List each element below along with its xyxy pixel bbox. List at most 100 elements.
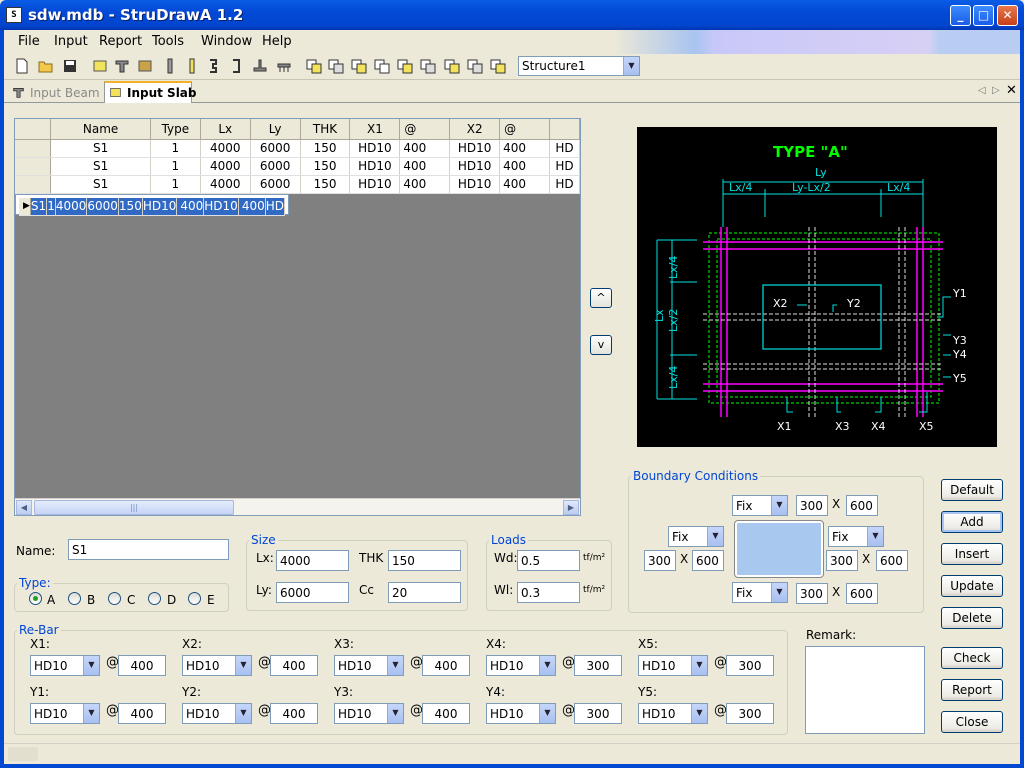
tab-close-icon[interactable]: ✕ <box>1006 83 1017 98</box>
column-icon[interactable] <box>162 58 178 74</box>
table-cell[interactable]: HD10 <box>449 157 501 176</box>
type-radio-c[interactable] <box>108 592 121 605</box>
delete-button[interactable]: Delete <box>941 607 1003 629</box>
pile-icon[interactable] <box>276 58 292 74</box>
rebar-x1-spacing-input[interactable]: 400 <box>118 655 166 676</box>
rebar-x1-bar-select[interactable]: HD10 ▼ <box>30 655 100 676</box>
rebar-x3-bar-select[interactable]: HD10 ▼ <box>334 655 404 676</box>
rebar-y4-spacing-input[interactable]: 300 <box>574 703 622 724</box>
table-cell[interactable]: 400 <box>238 197 266 216</box>
table-cell[interactable]: S1 <box>30 197 48 216</box>
chevron-down-icon[interactable]: ▼ <box>235 704 251 723</box>
table-cell[interactable]: 1 <box>46 197 56 216</box>
table-row[interactable]: S1 1 4000 6000 150 HD10 400 HD10 400 HD <box>15 157 580 176</box>
update-button[interactable]: Update <box>941 575 1003 597</box>
copy-drawing-3-icon[interactable] <box>351 58 367 74</box>
table-cell[interactable]: 6000 <box>250 175 301 194</box>
copy-drawing-6-icon[interactable] <box>420 58 436 74</box>
chevron-down-icon[interactable]: ▼ <box>771 583 787 602</box>
copy-drawing-7-icon[interactable] <box>444 58 460 74</box>
copy-drawing-4-icon[interactable] <box>374 58 390 74</box>
row-header[interactable] <box>15 175 52 194</box>
boundary-left-a-input[interactable]: 300 <box>644 550 676 571</box>
wl-input[interactable]: 0.3 <box>517 582 580 603</box>
table-cell[interactable]: 6000 <box>86 197 119 216</box>
rebar-y5-spacing-input[interactable]: 300 <box>726 703 774 724</box>
menu-window[interactable]: Window <box>201 34 252 49</box>
column-header-name[interactable]: Name <box>50 119 151 140</box>
boundary-top-b-input[interactable]: 600 <box>846 495 878 516</box>
table-cell[interactable]: HD10 <box>349 157 401 176</box>
table-cell[interactable]: 400 <box>399 175 451 194</box>
table-cell[interactable]: 150 <box>300 175 351 194</box>
boundary-right-b-input[interactable]: 600 <box>876 550 908 571</box>
table-cell[interactable]: 1 <box>150 175 201 194</box>
table-cell[interactable]: 400 <box>176 197 205 216</box>
table-cell[interactable]: HD <box>549 175 580 194</box>
rebar-y4-bar-select[interactable]: HD10 ▼ <box>486 703 556 724</box>
copy-drawing-9-icon[interactable] <box>490 58 506 74</box>
type-radio-e[interactable] <box>188 592 201 605</box>
boundary-left-b-input[interactable]: 600 <box>692 550 724 571</box>
menu-tools[interactable]: Tools <box>152 34 184 49</box>
title-bar[interactable]: S sdw.mdb - StruDrawA 1.2 _ □ ✕ <box>0 0 1024 30</box>
report-button[interactable]: Report <box>941 679 1003 701</box>
app-icon[interactable]: S <box>6 7 22 23</box>
column-header-type[interactable]: Type <box>150 119 201 140</box>
thk-input[interactable]: 150 <box>388 550 461 571</box>
rebar-y3-bar-select[interactable]: HD10 ▼ <box>334 703 404 724</box>
copy-drawing-2-icon[interactable] <box>328 58 344 74</box>
row-header[interactable] <box>15 157 52 176</box>
scroll-left-icon[interactable]: ◀ <box>16 500 32 515</box>
column-header-x1[interactable]: X1 <box>349 119 401 140</box>
copy-drawing-5-icon[interactable] <box>397 58 413 74</box>
table-cell[interactable]: 1 <box>150 139 201 158</box>
table-cell[interactable]: 4000 <box>200 157 251 176</box>
boundary-bottom-select[interactable]: Fix ▼ <box>732 582 788 603</box>
rebar-y2-bar-select[interactable]: HD10 ▼ <box>182 703 252 724</box>
table-cell[interactable]: 400 <box>399 139 451 158</box>
wall-icon[interactable] <box>137 58 153 74</box>
rebar-x5-bar-select[interactable]: HD10 ▼ <box>638 655 708 676</box>
table-cell[interactable]: HD10 <box>449 139 501 158</box>
column-yellow-icon[interactable] <box>184 58 200 74</box>
table-cell[interactable]: 6000 <box>250 139 301 158</box>
open-folder-icon[interactable] <box>38 58 54 74</box>
tab-scroll-left-icon[interactable]: ◁ <box>978 85 986 96</box>
footing-icon[interactable] <box>252 58 268 74</box>
chevron-down-icon[interactable]: ▼ <box>707 527 723 546</box>
table-row[interactable]: ▶ S1 1 4000 6000 150 HD10 400 HD10 400 HD <box>15 193 289 216</box>
table-cell[interactable]: 400 <box>499 157 550 176</box>
chevron-down-icon[interactable]: ▼ <box>691 656 707 675</box>
boundary-right-select[interactable]: Fix ▼ <box>828 526 884 547</box>
chevron-down-icon[interactable]: ▼ <box>235 656 251 675</box>
type-radio-b[interactable] <box>68 592 81 605</box>
move-row-down-button[interactable]: v <box>590 335 612 355</box>
rebar-x5-spacing-input[interactable]: 300 <box>726 655 774 676</box>
table-cell[interactable]: HD10 <box>349 175 401 194</box>
chevron-down-icon[interactable]: ▼ <box>83 656 99 675</box>
column-header-ly[interactable]: Ly <box>250 119 301 140</box>
minimize-button[interactable]: _ <box>950 5 971 26</box>
chevron-down-icon[interactable]: ▼ <box>387 704 403 723</box>
cc-input[interactable]: 20 <box>388 582 461 603</box>
table-cell[interactable]: 400 <box>499 139 550 158</box>
chevron-down-icon[interactable]: ▼ <box>623 57 639 75</box>
wd-input[interactable]: 0.5 <box>517 550 580 571</box>
rebar-x3-spacing-input[interactable]: 400 <box>422 655 470 676</box>
insert-button[interactable]: Insert <box>941 543 1003 565</box>
beam-icon[interactable] <box>114 58 130 74</box>
column-header-more[interactable] <box>549 119 580 140</box>
copy-drawing-8-icon[interactable] <box>467 58 483 74</box>
close-button[interactable]: Close <box>941 711 1003 733</box>
menu-input[interactable]: Input <box>54 34 88 49</box>
table-cell[interactable]: 1 <box>150 157 201 176</box>
scroll-thumb[interactable]: ||| <box>34 500 234 515</box>
slab-data-grid[interactable]: Name Type Lx Ly THK X1 @ X2 @ S1 1 4000 600… <box>14 118 581 516</box>
table-cell[interactable]: HD10 <box>349 139 401 158</box>
structure-select[interactable]: Structure1 ▼ <box>518 56 640 76</box>
table-cell[interactable]: HD10 <box>142 197 178 216</box>
boundary-bottom-a-input[interactable]: 300 <box>796 583 828 604</box>
save-icon[interactable] <box>62 58 78 74</box>
table-row[interactable]: S1 1 4000 6000 150 HD10 400 HD10 400 HD <box>15 175 580 194</box>
